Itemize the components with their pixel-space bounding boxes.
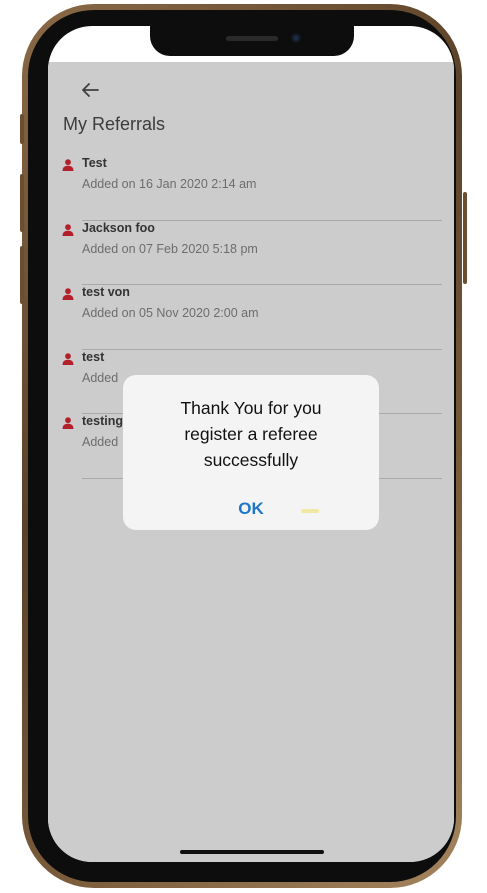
user-icon bbox=[62, 416, 74, 429]
success-dialog: Thank You for you register a referee suc… bbox=[123, 375, 379, 530]
front-camera bbox=[291, 33, 301, 43]
user-icon bbox=[62, 223, 74, 236]
mute-switch bbox=[20, 114, 24, 144]
referral-name: testing bbox=[82, 414, 123, 428]
speaker-grille bbox=[226, 36, 278, 41]
referral-date: Added on 05 Nov 2020 2:00 am bbox=[82, 306, 259, 320]
screen: My Referrals Test Added on 16 Jan 2020 2… bbox=[48, 26, 454, 862]
referral-name: test bbox=[82, 349, 105, 364]
list-item[interactable]: Test Added on 16 Jan 2020 2:14 am bbox=[62, 156, 442, 221]
volume-up-button bbox=[20, 174, 24, 232]
page-title: My Referrals bbox=[63, 114, 166, 134]
power-button bbox=[463, 192, 467, 284]
list-item[interactable]: test von Added on 05 Nov 2020 2:00 am bbox=[62, 285, 442, 350]
referral-name: Jackson foo bbox=[82, 220, 155, 235]
list-item[interactable]: Jackson foo Added on 07 Feb 2020 5:18 pm bbox=[62, 220, 442, 285]
notch bbox=[150, 26, 354, 56]
dialog-message: Thank You for you register a referee suc… bbox=[180, 398, 322, 470]
arrow-left-icon[interactable] bbox=[78, 80, 102, 100]
home-indicator[interactable] bbox=[180, 850, 324, 854]
ok-button[interactable]: OK bbox=[223, 499, 279, 519]
highlight-mark bbox=[301, 509, 319, 513]
user-icon bbox=[62, 287, 74, 300]
referral-date: Added on 16 Jan 2020 2:14 am bbox=[82, 177, 257, 191]
referral-date: Added bbox=[82, 370, 119, 385]
referral-date: Added bbox=[82, 435, 119, 449]
referral-name: test von bbox=[82, 285, 130, 299]
referral-date: Added on 07 Feb 2020 5:18 pm bbox=[82, 241, 258, 256]
user-icon bbox=[62, 352, 74, 365]
volume-down-button bbox=[20, 246, 24, 304]
user-icon bbox=[62, 158, 74, 171]
referral-name: Test bbox=[82, 156, 107, 170]
